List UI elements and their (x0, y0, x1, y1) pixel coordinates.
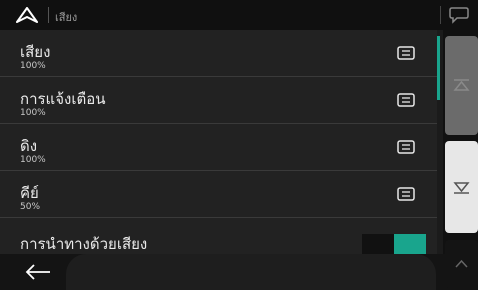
header-divider (48, 7, 49, 23)
setting-value: 100% (20, 61, 46, 71)
setting-row-keys[interactable]: คีย์ 50% (0, 171, 437, 218)
scroll-down-button[interactable] (445, 141, 478, 233)
page-title: เสียง (55, 11, 78, 24)
navigation-arrow-icon[interactable] (16, 7, 38, 23)
setting-row-alerts[interactable]: การแจ้งเตือน 100% (0, 77, 437, 124)
scroll-up-button[interactable] (445, 36, 478, 135)
setting-label: การนำทางด้วยเสียง (20, 235, 148, 253)
scroll-up-icon (453, 79, 470, 91)
menu-lines-icon[interactable] (397, 187, 415, 201)
setting-value: 100% (20, 108, 46, 118)
menu-lines-icon[interactable] (397, 140, 415, 154)
speech-bubble-icon[interactable] (449, 6, 469, 24)
setting-value: 100% (20, 155, 46, 165)
setting-value: 50% (20, 202, 41, 212)
voice-guidance-toggle[interactable] (362, 234, 426, 254)
bottom-bar (0, 254, 478, 290)
toggle-knob-on (394, 234, 426, 254)
chevron-up-button[interactable] (445, 240, 478, 288)
list-scrollbar[interactable] (437, 36, 440, 100)
chevron-up-icon (455, 259, 468, 268)
setting-row-ding[interactable]: ดิง 100% (0, 124, 437, 171)
setting-row-sound[interactable]: เสียง 100% (0, 30, 437, 77)
menu-lines-icon[interactable] (397, 46, 415, 60)
header-divider (440, 6, 441, 24)
scroll-down-icon (453, 182, 470, 194)
settings-list: เสียง 100% การแจ้งเตือน 100% ดิง 100% คี… (0, 30, 437, 254)
back-arrow-icon[interactable] (24, 263, 52, 281)
bottom-bar-tab (66, 254, 436, 290)
menu-lines-icon[interactable] (397, 93, 415, 107)
top-bar: เสียง (0, 0, 478, 30)
